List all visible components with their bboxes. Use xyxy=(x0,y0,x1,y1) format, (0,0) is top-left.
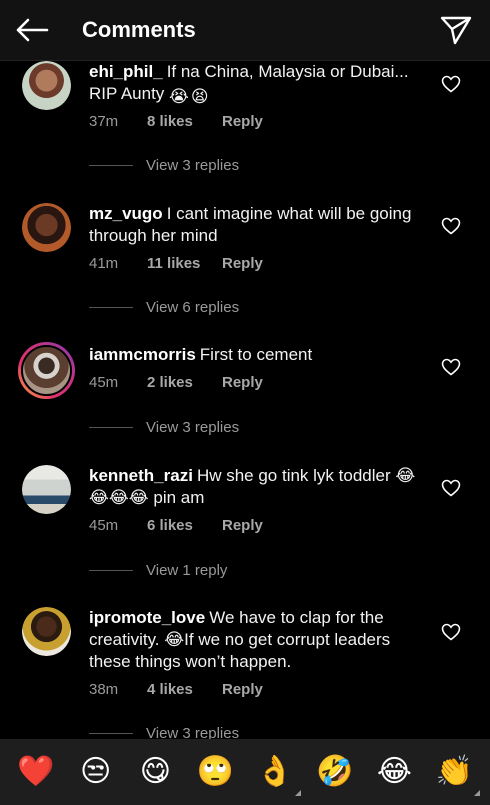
comment-text: ipromote_love We have to clap for the cre… xyxy=(89,607,429,673)
reply-button[interactable]: Reply xyxy=(222,681,263,698)
yum-emoji: 😋 xyxy=(139,755,172,788)
heart-emoji-button[interactable]: ❤️ xyxy=(16,752,56,792)
like-heart-icon[interactable] xyxy=(441,75,461,93)
like-heart-icon[interactable] xyxy=(441,217,461,235)
comment-likes[interactable]: 4 likes xyxy=(147,681,222,698)
reply-button[interactable]: Reply xyxy=(222,255,263,272)
tears-of-joy-emoji: 😂 xyxy=(164,630,185,649)
comment-likes[interactable]: 2 likes xyxy=(147,374,222,391)
rofl-emoji-button[interactable]: 🤣 xyxy=(315,752,355,792)
comment-body: First to cement xyxy=(199,345,313,364)
tears-of-joy-emoji: 😂 xyxy=(89,488,109,507)
comment-meta: 37m 8 likes Reply xyxy=(89,113,263,130)
comment-likes[interactable]: 8 likes xyxy=(147,113,222,130)
comment-username[interactable]: iammcmorris xyxy=(89,345,196,364)
crying-face-emoji: 😭 xyxy=(169,87,189,106)
view-replies-button[interactable]: View 3 replies xyxy=(89,419,239,436)
view-replies-label: View 6 replies xyxy=(146,299,240,316)
view-replies-button[interactable]: View 1 reply xyxy=(89,562,227,579)
comment-username[interactable]: ehi_phil_ xyxy=(89,62,163,81)
comment-text: iammcmorris First to cement xyxy=(89,344,429,366)
reply-button[interactable]: Reply xyxy=(222,517,263,534)
eye-roll-emoji: 🙄 xyxy=(196,755,234,788)
tears-of-joy-emoji: 😂 xyxy=(395,466,416,485)
comment-text: mz_vugo I cant imagine what will be going… xyxy=(89,203,429,247)
comment-body: Hw she go tink lyk toddler xyxy=(196,466,391,485)
like-heart-icon[interactable] xyxy=(441,623,461,641)
avatar[interactable] xyxy=(22,607,71,656)
divider xyxy=(89,427,133,428)
joy-emoji: 😂 xyxy=(376,755,412,788)
tired-face-emoji: 😫 xyxy=(190,87,209,106)
comment-time: 41m xyxy=(89,255,119,272)
comment-body-end: pin am xyxy=(153,488,205,507)
reply-button[interactable]: Reply xyxy=(222,113,263,130)
avatar[interactable] xyxy=(22,465,71,514)
comment-time: 45m xyxy=(89,517,119,534)
header: Comments xyxy=(0,0,490,61)
avatar[interactable] xyxy=(22,61,71,110)
comment-likes[interactable]: 6 likes xyxy=(147,517,222,534)
share-button[interactable] xyxy=(438,12,474,48)
paper-plane-icon xyxy=(440,16,472,45)
unamused-emoji-button[interactable]: 😒 xyxy=(76,752,116,792)
comment-list[interactable]: ehi_phil_ If na China, Malaysia or Dubai.… xyxy=(0,61,490,739)
unamused-emoji: 😒 xyxy=(79,755,112,788)
variant-indicator-icon xyxy=(294,790,301,796)
reply-button[interactable]: Reply xyxy=(222,374,263,391)
divider xyxy=(89,165,133,166)
joy-emoji-button[interactable]: 😂 xyxy=(374,752,414,792)
tears-of-joy-emoji: 😂 xyxy=(108,488,129,507)
comment-meta: 45m 2 likes Reply xyxy=(89,374,263,391)
view-replies-label: View 3 replies xyxy=(146,157,240,174)
comment-meta: 38m 4 likes Reply xyxy=(89,681,263,698)
comment-username[interactable]: mz_vugo xyxy=(89,204,163,223)
ok-hand-emoji-button[interactable]: 👌 xyxy=(255,752,301,796)
view-replies-button[interactable]: View 3 replies xyxy=(89,157,239,174)
like-heart-icon[interactable] xyxy=(441,358,461,376)
comment-username[interactable]: ipromote_love xyxy=(89,608,205,627)
view-replies-button[interactable]: View 3 replies xyxy=(89,725,239,739)
arrow-left-icon xyxy=(16,18,49,42)
comment-meta: 41m 11 likes Reply xyxy=(89,255,263,272)
tears-of-joy-emoji: 😂 xyxy=(128,488,149,507)
like-heart-icon[interactable] xyxy=(441,479,461,497)
heart-emoji: ❤️ xyxy=(17,755,55,788)
view-replies-button[interactable]: View 6 replies xyxy=(89,299,239,316)
yum-emoji-button[interactable]: 😋 xyxy=(135,752,175,792)
comment-time: 38m xyxy=(89,681,119,698)
comment-text: ehi_phil_ If na China, Malaysia or Dubai.… xyxy=(89,61,429,108)
ok-hand-emoji: 👌 xyxy=(256,755,294,788)
quick-emoji-bar: ❤️ 😒 😋 🙄 👌 🤣 😂 👏 xyxy=(0,739,490,805)
back-button[interactable] xyxy=(14,14,50,46)
comment-likes[interactable]: 11 likes xyxy=(147,255,222,272)
avatar[interactable] xyxy=(22,203,71,252)
clap-emoji: 👏 xyxy=(435,755,473,788)
page-title: Comments xyxy=(82,17,196,42)
variant-indicator-icon xyxy=(474,790,481,796)
comment-text: kenneth_razi Hw she go tink lyk toddler 😂… xyxy=(89,465,429,509)
comment-time: 37m xyxy=(89,113,119,130)
rofl-emoji: 🤣 xyxy=(315,755,354,788)
view-replies-label: View 3 replies xyxy=(146,725,240,739)
comment-meta: 45m 6 likes Reply xyxy=(89,517,263,534)
eye-roll-emoji-button[interactable]: 🙄 xyxy=(195,752,235,792)
view-replies-label: View 1 reply xyxy=(146,562,228,579)
divider xyxy=(89,733,133,734)
view-replies-label: View 3 replies xyxy=(146,419,240,436)
divider xyxy=(89,307,133,308)
avatar-story-ring[interactable] xyxy=(18,342,75,399)
divider xyxy=(89,570,133,571)
clap-emoji-button[interactable]: 👏 xyxy=(434,752,481,796)
comment-username[interactable]: kenneth_razi xyxy=(89,466,193,485)
comment-time: 45m xyxy=(89,374,119,391)
